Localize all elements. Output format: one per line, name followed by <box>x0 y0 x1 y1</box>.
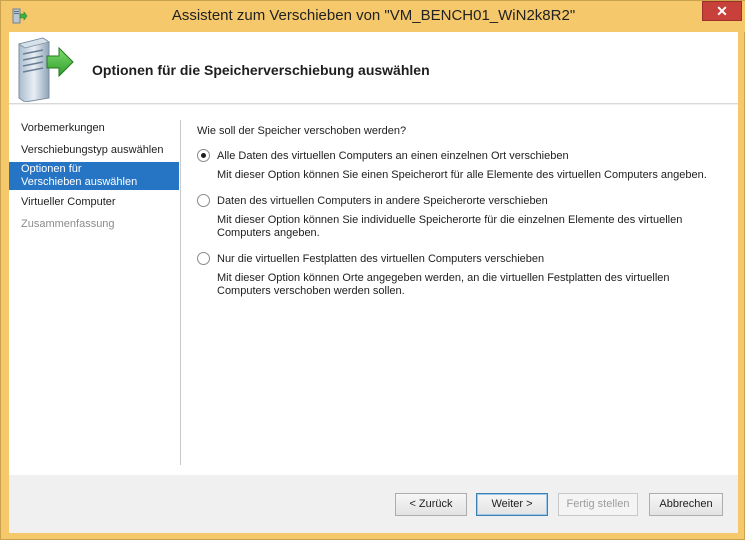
option-separate-locations-label: Daten des virtuellen Computers in andere… <box>217 194 548 207</box>
close-button[interactable]: ✕ <box>702 1 742 21</box>
option-disks-only-label: Nur die virtuellen Festplatten des virtu… <box>217 252 545 265</box>
finish-button: Fertig stellen <box>558 493 638 516</box>
radio-disks-only[interactable] <box>197 252 210 265</box>
radio-separate-locations[interactable] <box>197 194 210 207</box>
option-separate-locations-description: Mit dieser Option können Sie individuell… <box>217 214 683 239</box>
option-all-data[interactable]: Alle Daten des virtuellen Computers an e… <box>197 149 569 162</box>
wizard-window: Assistent zum Verschieben von "VM_BENCH0… <box>0 0 745 540</box>
nav-item-optionen[interactable]: Optionen für Verschieben auswählen <box>9 162 179 190</box>
page-title: Optionen für die Speicherverschiebung au… <box>92 62 430 78</box>
option-disks-only-description: Mit dieser Option können Orte angegeben … <box>217 272 670 297</box>
nav-item-vorbemerkungen[interactable]: Vorbemerkungen <box>9 122 179 136</box>
radio-all-data[interactable] <box>197 149 210 162</box>
nav-item-virtueller-computer[interactable]: Virtueller Computer <box>9 196 179 210</box>
window-title: Assistent zum Verschieben von "VM_BENCH0… <box>171 7 576 24</box>
wizard-footer: < Zurück Weiter > Fertig stellen Abbrech… <box>9 475 738 533</box>
server-migrate-icon <box>18 37 74 102</box>
wizard-header: Optionen für die Speicherverschiebung au… <box>9 32 738 104</box>
question-label: Wie soll der Speicher verschoben werden? <box>197 125 407 137</box>
nav-item-verschiebungstyp[interactable]: Verschiebungstyp auswählen <box>9 144 179 158</box>
option-all-data-label: Alle Daten des virtuellen Computers an e… <box>217 149 569 162</box>
wizard-client-area: Optionen für die Speicherverschiebung au… <box>9 32 738 533</box>
nav-item-zusammenfassung: Zusammenfassung <box>21 218 115 230</box>
cancel-button[interactable]: Abbrechen <box>649 493 723 516</box>
wizard-steps-nav: Vorbemerkungen Verschiebungstyp auswähle… <box>9 105 187 475</box>
option-disks-only[interactable]: Nur die virtuellen Festplatten des virtu… <box>197 252 544 265</box>
option-separate-locations[interactable]: Daten des virtuellen Computers in andere… <box>197 194 548 207</box>
title-bar[interactable]: Assistent zum Verschieben von "VM_BENCH0… <box>1 1 745 32</box>
option-all-data-description: Mit dieser Option können Sie einen Speic… <box>217 169 707 181</box>
back-button[interactable]: < Zurück <box>395 493 467 516</box>
options-panel: Wie soll der Speicher verschoben werden?… <box>181 105 738 475</box>
next-button[interactable]: Weiter > <box>476 493 548 516</box>
